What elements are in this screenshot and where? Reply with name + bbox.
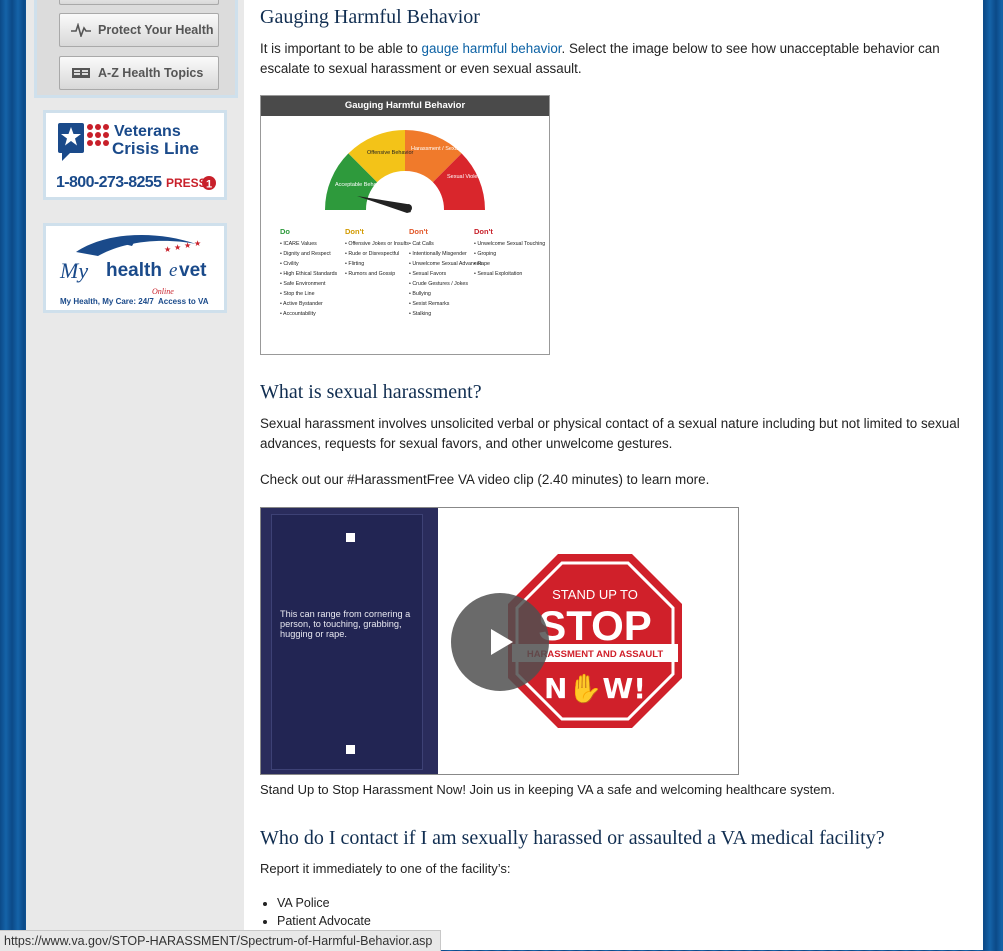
svg-text:Veterans: Veterans (114, 123, 181, 140)
gauge-column-item: • Crude Gestures / Jokes (409, 281, 468, 287)
gauge-harmful-behavior-image[interactable]: Gauging Harmful Behavior Acceptable Beha… (260, 95, 550, 355)
gauge-column-item: • Stop the Line (280, 291, 315, 297)
gauge-column-item: • Civility (280, 261, 299, 267)
gauge-column-dont-2: Don't • Cat Calls • Intentionally Misgende… (409, 227, 482, 319)
gauge-column-item: • Rude or Disrespectful (345, 251, 400, 257)
svg-text:PRESS: PRESS (166, 176, 207, 190)
left-sidebar: Protect Your Health A-Z Health Topics Ve… (26, 0, 244, 950)
section-title-what-is: What is sexual harassment? (260, 381, 482, 403)
svg-text:My: My (59, 258, 88, 283)
gauge-column-item: • Groping (474, 251, 497, 257)
gauge-column-item: • Sexual Exploitation (474, 271, 523, 277)
gauge-column-head: Do (280, 227, 290, 236)
svg-text:N✋W!: N✋W! (544, 672, 646, 705)
svg-text:STOP: STOP (538, 602, 652, 649)
harassment-free-video[interactable]: This can range from cornering a person, … (260, 507, 739, 775)
video-play-button[interactable] (451, 593, 549, 691)
gauge-harmful-behavior-link[interactable]: gauge harmful behavior (422, 41, 562, 56)
video-left-inner: This can range from cornering a person, … (271, 514, 423, 770)
svg-text:★: ★ (184, 241, 191, 250)
svg-text:Access to VA: Access to VA (158, 297, 209, 306)
my-healthevet-banner[interactable]: ★ ★ ★ ★ My health e vet Online My Health… (43, 223, 227, 313)
svg-text:e: e (169, 260, 177, 281)
gauge-column-item: • ICARE Values (280, 241, 317, 247)
gauge-column-do: Do • ICARE Values • Dignity and Respect • C… (280, 227, 337, 319)
video-left-panel: This can range from cornering a person, … (261, 508, 438, 774)
gauge-column-item: • Sexual Favors (409, 271, 447, 277)
gauge-column-item: • Active Bystander (280, 301, 323, 307)
section-title-gauging: Gauging Harmful Behavior (260, 6, 480, 28)
gauge-column-item: • Dignity and Respect (280, 251, 331, 257)
my-healthevet-logo: ★ ★ ★ ★ My health e vet Online My Health… (59, 234, 209, 306)
video-caption: Stand Up to Stop Harassment Now! Join us… (260, 782, 835, 797)
gauge-column-dont-1: Don't • Offensive Jokes or Insults • Rude … (345, 227, 409, 279)
veterans-crisis-line-banner[interactable]: Veterans Crisis Line 1-800-273-8255 PRES… (43, 110, 227, 200)
protect-your-health-button[interactable]: Protect Your Health (59, 13, 219, 47)
browser-status-url: https://www.va.gov/STOP-HARASSMENT/Spect… (0, 930, 442, 951)
gauge-column-head: Don't (474, 227, 493, 236)
page: Protect Your Health A-Z Health Topics Ve… (26, 0, 983, 950)
video-on-screen-caption: This can range from cornering a person, … (280, 609, 411, 639)
gauge-column-item: • Safe Environment (280, 281, 326, 287)
svg-text:Harassment / Sexual Harassment: Harassment / Sexual Harassment (411, 146, 494, 152)
gauge-column-head: Don't (409, 227, 428, 236)
svg-text:★: ★ (174, 243, 181, 252)
gauge-column-item: • Unwelcome Sexual Advances (409, 261, 483, 267)
gauge-column-item: • High Ethical Standards (280, 271, 338, 277)
svg-text:Online: Online (152, 287, 174, 296)
sidebar-nav-box: Protect Your Health A-Z Health Topics (34, 0, 238, 98)
gauge-column-item: • Sexist Remarks (409, 301, 450, 307)
list-item: VA Police (277, 894, 371, 912)
video-marker-top (346, 533, 355, 542)
sidebar-nav-button-partial[interactable] (59, 0, 219, 5)
gauge-image-title: Gauging Harmful Behavior (261, 96, 549, 116)
svg-text:health: health (106, 260, 162, 281)
svg-text:1-800-273-8255: 1-800-273-8255 (56, 174, 162, 191)
svg-text:Crisis Line: Crisis Line (112, 139, 199, 158)
gauge-column-item: • Intentionally Misgender (409, 251, 467, 257)
gauge-column-item: • Accountability (280, 311, 316, 317)
svg-text:STAND UP TO: STAND UP TO (552, 587, 638, 602)
gauge-column-item: • Stalking (409, 311, 432, 317)
svg-text:Sexual Violence Assault: Sexual Violence Assault (447, 174, 506, 180)
protect-your-health-label: Protect Your Health (98, 23, 214, 37)
gauge-column-item: • Offensive Jokes or Insults (345, 241, 409, 247)
svg-text:1: 1 (206, 179, 212, 191)
section-title-who-to-contact: Who do I contact if I am sexually harass… (260, 827, 885, 849)
gauge-column-item: • Flirting (345, 261, 365, 267)
svg-text:★: ★ (164, 245, 171, 254)
gauge-column-dont-3: Don't • Unwelcome Sexual Touching • Gropin… (474, 227, 545, 279)
svg-text:★: ★ (194, 239, 201, 248)
video-marker-bottom (346, 745, 355, 754)
gauge-column-head: Don't (345, 227, 364, 236)
gauge-column-item: • Rumors and Gossip (345, 271, 396, 277)
gauge-column-item: • Bullying (409, 291, 431, 297)
report-intro-text: Report it immediately to one of the faci… (260, 861, 511, 876)
gauge-column-item: • Rape (474, 261, 490, 267)
gauging-intro-text: It is important to be able to gauge harm… (260, 41, 940, 76)
harassment-definition-text: Sexual harassment involves unsolicited v… (260, 416, 960, 451)
contact-list: VA Police Patient Advocate (260, 894, 371, 930)
play-icon (491, 629, 513, 655)
az-health-topics-button[interactable]: A-Z Health Topics (59, 56, 219, 90)
az-health-topics-label: A-Z Health Topics (98, 66, 204, 80)
heartbeat-icon (70, 22, 92, 38)
svg-text:Offensive Behavior: Offensive Behavior (367, 150, 414, 156)
gauge-dial: Acceptable Behavior Offensive Behavior H… (324, 129, 506, 213)
svg-text:vet: vet (179, 260, 207, 281)
svg-text:My Health, My Care: 24/7: My Health, My Care: 24/7 (60, 297, 154, 306)
list-item: Patient Advocate (277, 912, 371, 930)
video-intro-text: Check out our #HarassmentFree VA video c… (260, 472, 710, 487)
gauge-column-item: • Unwelcome Sexual Touching (474, 241, 546, 247)
svg-text:Acceptable Behavior: Acceptable Behavior (335, 182, 386, 188)
gauge-column-item: • Cat Calls (409, 241, 434, 247)
book-icon (70, 65, 92, 81)
veterans-crisis-line-logo: Veterans Crisis Line 1-800-273-8255 PRES… (56, 123, 216, 191)
